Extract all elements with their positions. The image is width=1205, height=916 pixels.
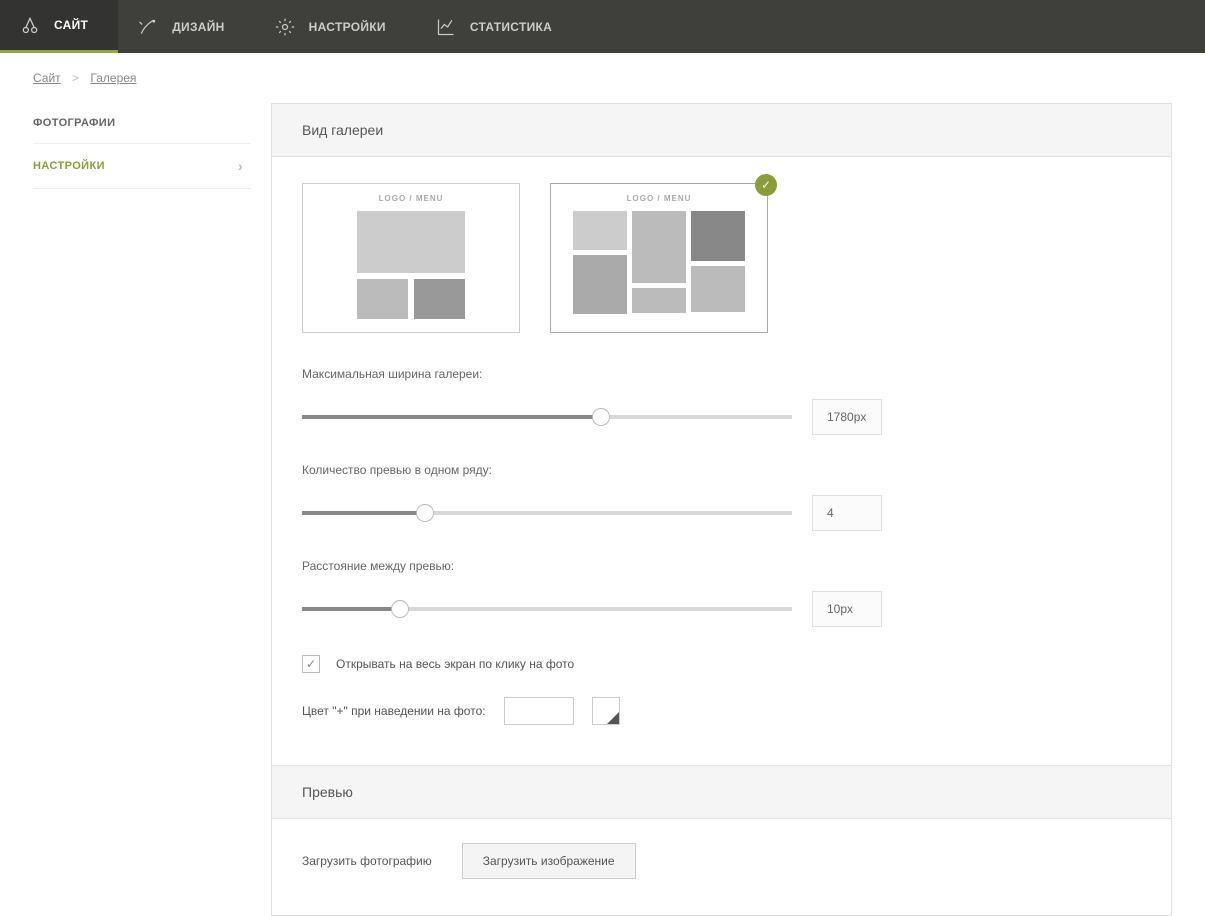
slider-per-row[interactable] [302, 511, 792, 515]
layout-thumb [357, 211, 465, 273]
section-title: Вид галереи [302, 122, 383, 138]
field-label: Количество превью в одном ряду: [302, 463, 1141, 477]
layout-thumb [357, 279, 408, 319]
site-icon [20, 15, 40, 35]
brush-icon [138, 17, 158, 37]
field-plus-color: Цвет "+" при наведении на фото: [302, 697, 1141, 725]
section-gallery-view-header: Вид галереи [272, 104, 1171, 157]
color-input[interactable] [504, 697, 574, 725]
check-icon: ✓ [755, 174, 777, 196]
field-max-width: Максимальная ширина галереи: 1780px [302, 367, 1141, 435]
field-label: Цвет "+" при наведении на фото: [302, 704, 486, 718]
layout-logo-label: LOGO / MENU [551, 184, 767, 211]
slider-thumb[interactable] [416, 504, 434, 522]
layout-thumb [691, 211, 745, 261]
slider-thumb[interactable] [592, 408, 610, 426]
field-fullscreen: ✓ Открывать на весь экран по клику на фо… [302, 655, 1141, 673]
value-gap[interactable]: 10px [812, 591, 882, 627]
content: Вид галереи LOGO / MENU ✓ LO [271, 103, 1172, 916]
field-label: Максимальная ширина галереи: [302, 367, 1141, 381]
gear-icon [275, 17, 295, 37]
chevron-right-icon: › [238, 158, 243, 174]
tab-label: СТАТИСТИКА [470, 20, 552, 34]
section-title: Превью [302, 784, 353, 800]
field-per-row: Количество превью в одном ряду: 4 [302, 463, 1141, 531]
breadcrumb-gallery[interactable]: Галерея [90, 71, 136, 85]
tab-site[interactable]: САЙТ [0, 0, 118, 53]
slider-max-width[interactable] [302, 415, 792, 419]
checkbox-label: Открывать на весь экран по клику на фото [336, 657, 574, 671]
slider-thumb[interactable] [391, 600, 409, 618]
layout-thumb [632, 211, 686, 283]
field-gap: Расстояние между превью: 10px [302, 559, 1141, 627]
sidebar-item-settings[interactable]: НАСТРОЙКИ › [33, 144, 251, 189]
layout-option-grid[interactable]: LOGO / MENU [302, 183, 520, 333]
tab-label: НАСТРОЙКИ [309, 20, 386, 34]
layout-choices: LOGO / MENU ✓ LOGO / MENU [302, 183, 1141, 333]
sidebar: ФОТОГРАФИИ НАСТРОЙКИ › [33, 103, 263, 916]
upload-label: Загрузить фотографию [302, 854, 432, 868]
field-label: Расстояние между превью: [302, 559, 1141, 573]
section-preview-header: Превью [272, 765, 1171, 819]
breadcrumb-site[interactable]: Сайт [33, 71, 61, 85]
color-picker-swatch[interactable] [592, 697, 620, 725]
value-max-width[interactable]: 1780px [812, 399, 882, 435]
sidebar-item-label: ФОТОГРАФИИ [33, 117, 115, 129]
tab-stats[interactable]: СТАТИСТИКА [416, 0, 582, 53]
breadcrumb-sep: > [72, 71, 79, 85]
layout-option-masonry[interactable]: ✓ LOGO / MENU [550, 183, 768, 333]
checkbox-fullscreen[interactable]: ✓ [302, 655, 320, 673]
sidebar-item-label: НАСТРОЙКИ [33, 160, 105, 172]
layout-logo-label: LOGO / MENU [303, 184, 519, 211]
tab-settings[interactable]: НАСТРОЙКИ [255, 0, 416, 53]
tab-design[interactable]: ДИЗАЙН [118, 0, 254, 53]
layout-thumb [691, 266, 745, 312]
chart-icon [436, 17, 456, 37]
upload-row: Загрузить фотографию Загрузить изображен… [302, 843, 1141, 879]
tab-label: САЙТ [54, 18, 88, 32]
value-per-row[interactable]: 4 [812, 495, 882, 531]
sidebar-item-photos[interactable]: ФОТОГРАФИИ [33, 103, 251, 144]
breadcrumb: Сайт > Галерея [0, 53, 1205, 103]
layout-thumb [573, 255, 627, 314]
layout-thumb [632, 288, 686, 313]
tab-label: ДИЗАЙН [172, 20, 224, 34]
top-nav: САЙТ ДИЗАЙН НАСТРОЙКИ СТАТИСТИКА [0, 0, 1205, 53]
upload-button[interactable]: Загрузить изображение [462, 843, 636, 879]
layout-thumb [414, 279, 465, 319]
slider-gap[interactable] [302, 607, 792, 611]
layout-thumb [573, 211, 627, 250]
